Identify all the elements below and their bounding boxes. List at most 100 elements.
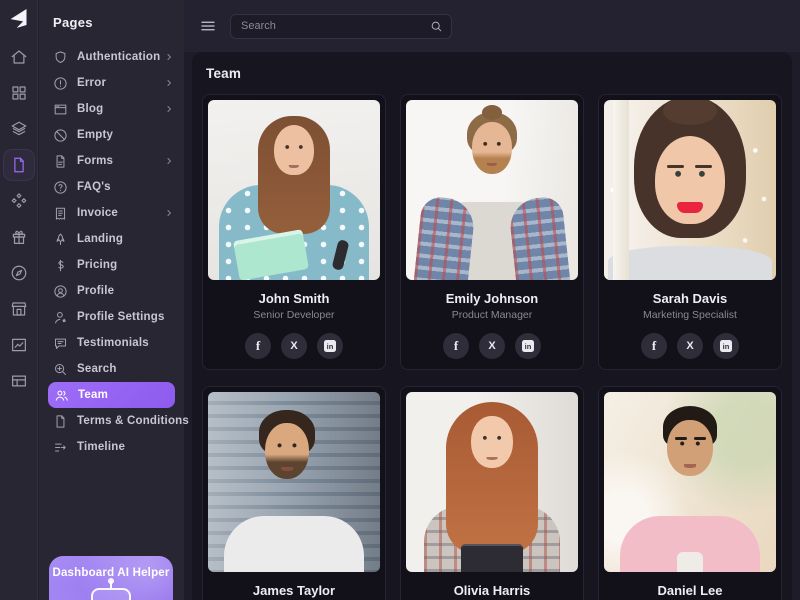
sidebar-item-landing[interactable]: Landing: [39, 226, 184, 252]
member-name: Sarah Davis: [604, 291, 776, 306]
sidebar-item-label: Authentication: [77, 51, 164, 63]
member-role: Senior Developer: [208, 309, 380, 321]
home-icon: [10, 48, 28, 66]
receipt-icon: [53, 206, 68, 221]
help-icon: [53, 180, 68, 195]
rail-item-gift[interactable]: [4, 222, 34, 252]
linkedin-icon: in: [720, 340, 732, 352]
rail-item-compass[interactable]: [4, 258, 34, 288]
rail-item-chart[interactable]: [4, 330, 34, 360]
menu-toggle-icon[interactable]: [196, 14, 220, 38]
userGear-icon: [53, 310, 68, 325]
userCircle-icon: [53, 284, 68, 299]
rail-item-tableIc[interactable]: [4, 366, 34, 396]
linkedin-button[interactable]: in: [515, 333, 541, 359]
topbar: [184, 0, 800, 52]
grid-icon: [10, 84, 28, 102]
sidebar-item-authentication[interactable]: Authentication: [39, 44, 184, 70]
member-name: James Taylor: [208, 583, 380, 598]
team-member-card: Daniel LeeSoftware EngineerfXin: [598, 386, 782, 600]
chevron-right-icon: [164, 78, 174, 88]
rail-item-layers[interactable]: [4, 114, 34, 144]
member-photo: [208, 392, 380, 572]
facebook-button[interactable]: f: [443, 333, 469, 359]
x-button[interactable]: X: [677, 333, 703, 359]
sidebar-item-label: FAQ's: [77, 181, 174, 193]
sidebar-item-error[interactable]: Error: [39, 70, 184, 96]
search-input[interactable]: [241, 20, 430, 32]
team-member-card: John Smith Senior Developer f Xin: [202, 94, 386, 370]
member-photo: [604, 392, 776, 572]
sidebar-item-label: Testimonials: [77, 337, 174, 349]
sidebar-item-blog[interactable]: Blog: [39, 96, 184, 122]
rail-item-file[interactable]: [4, 150, 34, 180]
member-name: Emily Johnson: [406, 291, 578, 306]
slash-icon: [53, 128, 68, 143]
sidebar-item-label: Forms: [77, 155, 164, 167]
chevron-right-icon: [164, 104, 174, 114]
sidebar-item-team[interactable]: Team: [48, 382, 175, 408]
linkedin-icon: in: [324, 340, 336, 352]
x-icon: X: [488, 340, 495, 352]
team-member-card: Olivia HarrisContent StrategistfXin: [400, 386, 584, 600]
linkedin-button[interactable]: in: [317, 333, 343, 359]
dashboard-ai-helper-card[interactable]: Dashboard AI Helper: [49, 556, 173, 600]
sidebar-item-testimonials[interactable]: Testimonials: [39, 330, 184, 356]
compass-icon: [10, 264, 28, 282]
facebook-button[interactable]: f: [245, 333, 271, 359]
facebook-button[interactable]: f: [641, 333, 667, 359]
linkedin-button[interactable]: in: [713, 333, 739, 359]
chat-icon: [53, 336, 68, 351]
member-role: Product Manager: [406, 309, 578, 321]
layers-icon: [10, 120, 28, 138]
member-name: Daniel Lee: [604, 583, 776, 598]
sidebar-item-empty[interactable]: Empty: [39, 122, 184, 148]
rail-item-home[interactable]: [4, 42, 34, 72]
sidebar-item-search[interactable]: Search: [39, 356, 184, 382]
sidebar-item-profile[interactable]: Profile: [39, 278, 184, 304]
sidebar-item-timeline[interactable]: Timeline: [39, 434, 184, 460]
team-member-card: James TaylorProject ManagerfXin: [202, 386, 386, 600]
rail-item-grid[interactable]: [4, 78, 34, 108]
sidebar-item-label: Terms & Conditions: [77, 415, 189, 427]
sidebar-item-profile-settings[interactable]: Profile Settings: [39, 304, 184, 330]
member-name: John Smith: [208, 291, 380, 306]
team-panel: Team John SmithSenior DeveloperfXinEmily…: [192, 52, 792, 600]
app-logo-icon[interactable]: [0, 0, 38, 36]
search-box: [230, 14, 452, 39]
rocket-icon: [53, 232, 68, 247]
member-role: Marketing Specialist: [604, 309, 776, 321]
member-photo: [406, 100, 578, 280]
sidebar-item-label: Timeline: [77, 441, 174, 453]
rail-item-store[interactable]: [4, 294, 34, 324]
sidebar-item-forms[interactable]: Forms: [39, 148, 184, 174]
sidebar-item-label: Profile: [77, 285, 174, 297]
sidebar-item-label: Blog: [77, 103, 164, 115]
rail-item-diamonds[interactable]: [4, 186, 34, 216]
facebook-icon: f: [256, 338, 260, 354]
sidebar-item-pricing[interactable]: Pricing: [39, 252, 184, 278]
sidebar-item-label: Empty: [77, 129, 174, 141]
fileText-icon: [53, 154, 68, 169]
sidebar-item-invoice[interactable]: Invoice: [39, 200, 184, 226]
chevron-right-icon: [164, 156, 174, 166]
browser-icon: [53, 102, 68, 117]
sidebar-item-label: Pricing: [77, 259, 174, 271]
pages-sidebar: Pages AuthenticationErrorBlogEmptyFormsF…: [39, 0, 184, 600]
social-links: f Xin: [208, 333, 380, 359]
diamonds-icon: [10, 192, 28, 210]
tableIc-icon: [10, 372, 28, 390]
sidebar-item-faq-s[interactable]: FAQ's: [39, 174, 184, 200]
icon-rail: [0, 0, 38, 600]
pages-menu: Authentication Error Blog Empty Forms FAQ's In…: [39, 42, 184, 460]
x-button[interactable]: X: [479, 333, 505, 359]
sidebar-item-label: Landing: [77, 233, 174, 245]
facebook-icon: f: [652, 338, 656, 354]
sidebar-item-terms-conditions[interactable]: Terms & Conditions: [39, 408, 184, 434]
search-icon: [430, 20, 443, 33]
x-button[interactable]: X: [281, 333, 307, 359]
shield-icon: [53, 50, 68, 65]
users-icon: [54, 388, 69, 403]
alert-icon: [53, 76, 68, 91]
searchPlus-icon: [53, 362, 68, 377]
